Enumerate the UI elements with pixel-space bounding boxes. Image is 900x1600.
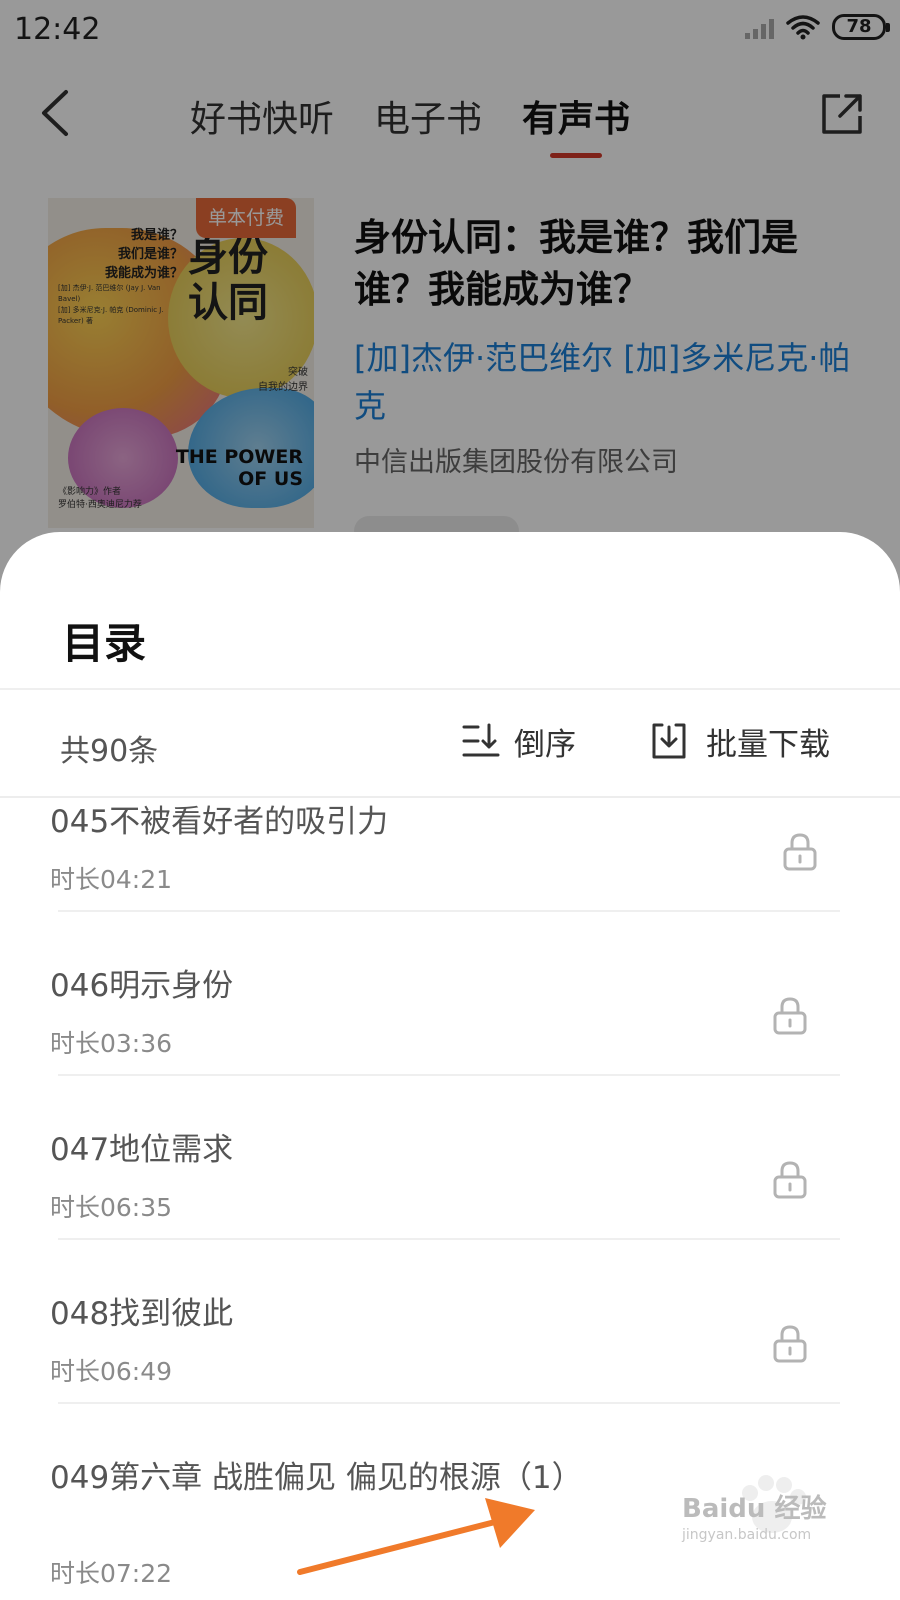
episode-title: 045不被看好者的吸引力	[50, 804, 389, 840]
episode-item[interactable]: 047地位需求 时长06:35	[0, 1130, 900, 1294]
episode-duration: 时长06:49	[50, 1357, 173, 1386]
watermark-url: jingyan.baidu.com	[682, 1527, 812, 1543]
episode-title: 047地位需求	[50, 1132, 234, 1168]
episode-item[interactable]: 048找到彼此 时长06:49	[0, 1294, 900, 1458]
divider	[58, 1238, 840, 1240]
episode-duration: 时长07:22	[50, 1559, 173, 1588]
download-icon	[652, 723, 686, 759]
episode-count: 共90条	[60, 734, 159, 769]
reverse-order-button[interactable]: 倒序	[462, 716, 576, 766]
episode-title: 048找到彼此	[50, 1296, 234, 1332]
watermark-text: Baidu 经验	[682, 1494, 827, 1524]
lock-icon	[783, 833, 817, 871]
lock-icon	[773, 997, 807, 1035]
divider	[58, 1074, 840, 1076]
lock-icon	[773, 1161, 807, 1199]
toc-sheet: 目录 共90条 倒序 批量下载 045不被看好者的吸引力 时长04:21 046…	[0, 532, 900, 1600]
batch-download-button[interactable]: 批量下载	[650, 716, 830, 766]
episode-duration: 时长04:21	[50, 865, 173, 894]
reverse-order-label: 倒序	[514, 726, 576, 763]
episode-duration: 时长03:36	[50, 1029, 173, 1058]
divider	[58, 1402, 840, 1404]
episode-item[interactable]: 045不被看好者的吸引力 时长04:21	[0, 802, 900, 966]
divider	[58, 910, 840, 912]
batch-download-label: 批量下载	[706, 726, 830, 763]
episode-item[interactable]: 046明示身份 时长03:36	[0, 966, 900, 1130]
toc-toolbar: 共90条 倒序 批量下载	[0, 690, 900, 796]
annotation-arrow-icon	[297, 1498, 535, 1575]
episode-duration: 时长06:35	[50, 1193, 173, 1222]
lock-icon	[773, 1325, 807, 1363]
episode-title: 046明示身份	[50, 968, 234, 1004]
toc-title: 目录	[62, 619, 147, 668]
sort-icon	[462, 723, 500, 757]
